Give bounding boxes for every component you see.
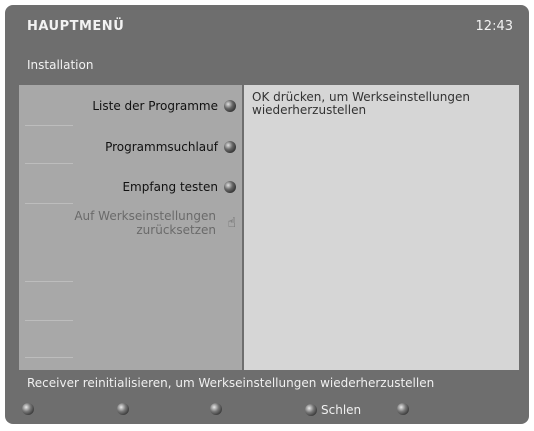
color-key-icon	[397, 403, 409, 415]
color-key-icon	[305, 404, 317, 416]
menu-item-reception-test[interactable]: Empfang testen	[122, 180, 236, 194]
clock: 12:43	[475, 19, 513, 34]
footer-button-label: Schlen	[321, 403, 362, 417]
menu-item-label: Empfang testen	[122, 180, 218, 194]
color-key-icon	[117, 403, 129, 415]
footer-button-2[interactable]	[117, 403, 133, 415]
divider	[25, 281, 73, 282]
divider	[25, 163, 73, 164]
footer-button-bar: Schlen	[5, 401, 529, 421]
tv-screen: HAUPTMENÜ 12:43 Installation Liste der P…	[5, 5, 529, 424]
menu-item-label: Liste der Programme	[92, 99, 218, 113]
divider	[25, 125, 73, 126]
footer-button-5[interactable]	[397, 403, 413, 415]
info-panel: OK drücken, um Werkseinstellungen wieder…	[244, 85, 519, 370]
menu-title: HAUPTMENÜ	[27, 19, 125, 34]
ok-button-icon	[224, 181, 236, 193]
color-key-icon	[210, 403, 222, 415]
close-button[interactable]: Schlen	[305, 403, 361, 417]
footer-button-1[interactable]	[22, 403, 38, 415]
info-text: OK drücken, um Werkseinstellungen wieder…	[252, 90, 470, 117]
divider	[25, 357, 73, 358]
menu-item-label: Programmsuchlauf	[105, 140, 218, 154]
breadcrumb: Installation	[27, 58, 94, 72]
menu-item-programme-list[interactable]: Liste der Programme	[92, 99, 236, 113]
divider	[25, 320, 73, 321]
menu-item-programme-scan[interactable]: Programmsuchlauf	[105, 140, 236, 154]
menu-item-label-line2: zurücksetzen	[136, 223, 216, 237]
color-key-icon	[22, 403, 34, 415]
divider	[25, 203, 73, 204]
menu-panel: Liste der Programme Programmsuchlauf Emp…	[19, 85, 242, 370]
status-text: Receiver reinitialisieren, um Werkseinst…	[27, 376, 435, 390]
hand-pointer-icon: ☝	[227, 215, 236, 231]
menu-item-factory-reset[interactable]: Auf Werkseinstellungen zurücksetzen ☝	[74, 209, 236, 237]
ok-button-icon	[224, 100, 236, 112]
menu-item-label: Auf Werkseinstellungen zurücksetzen	[74, 209, 216, 237]
menu-item-label-line1: Auf Werkseinstellungen	[74, 209, 216, 223]
footer-button-3[interactable]	[210, 403, 226, 415]
ok-button-icon	[224, 141, 236, 153]
